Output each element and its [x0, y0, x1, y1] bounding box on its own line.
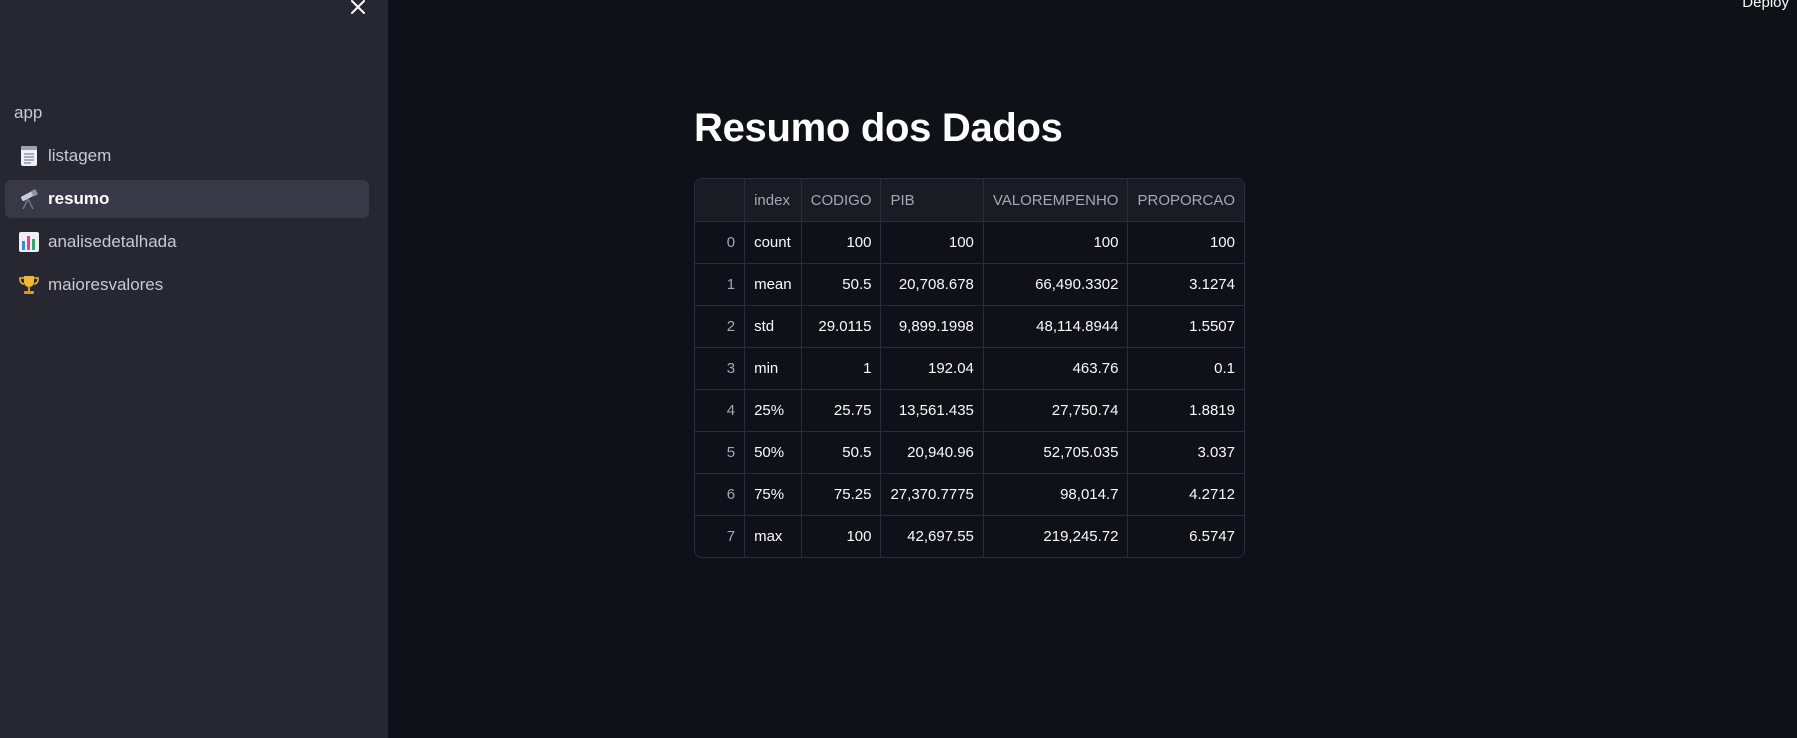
bar-chart-icon	[18, 231, 40, 253]
table-cell[interactable]: 20,708.678	[880, 263, 984, 306]
sidebar-item-label: resumo	[48, 189, 110, 208]
table-cell[interactable]: std	[744, 305, 802, 348]
table-cell[interactable]: 48,114.8944	[983, 305, 1129, 348]
row-index[interactable]: 2	[695, 305, 746, 348]
table-row: 0 count 100 100 100 100	[695, 221, 1244, 264]
table-row: 3 min 1 192.04 463.76 0.1	[695, 347, 1244, 390]
close-icon	[351, 0, 365, 14]
table-cell[interactable]: 27,750.74	[983, 389, 1129, 432]
table-cell[interactable]: 75%	[744, 473, 802, 516]
table-cell[interactable]: 13,561.435	[880, 389, 984, 432]
column-header[interactable]: VALOREMPENHO	[983, 179, 1129, 222]
sidebar: app listagem resumo analisedetalhada mai…	[0, 0, 388, 738]
app-root: app listagem resumo analisedetalhada mai…	[0, 0, 1797, 738]
table-cell[interactable]: 0.1	[1127, 347, 1244, 390]
sidebar-item-label: maioresvalores	[48, 275, 164, 294]
sidebar-item-listagem[interactable]: listagem	[5, 137, 369, 175]
row-index[interactable]: 3	[695, 347, 746, 390]
table-cell[interactable]: 1.5507	[1127, 305, 1244, 348]
page-title: Resumo dos Dados	[694, 106, 1063, 150]
row-index[interactable]: 1	[695, 263, 746, 306]
table-cell[interactable]: 29.0115	[801, 305, 882, 348]
table-row: 1 mean 50.5 20,708.678 66,490.3302 3.127…	[695, 263, 1244, 306]
table-row: 6 75% 75.25 27,370.7775 98,014.7 4.2712	[695, 473, 1244, 516]
table-cell[interactable]: 6.5747	[1128, 516, 1244, 558]
column-header[interactable]: PROPORCAO	[1127, 179, 1244, 222]
row-index[interactable]: 7	[695, 515, 746, 557]
table-cell[interactable]: mean	[744, 263, 802, 306]
column-header[interactable]	[695, 179, 746, 222]
row-index[interactable]: 4	[695, 389, 746, 432]
table-cell[interactable]: 1	[801, 347, 882, 390]
memo-icon	[18, 145, 40, 167]
sidebar-nav: listagem resumo analisedetalhada maiores…	[5, 137, 369, 309]
sidebar-item-maioresvalores[interactable]: maioresvalores	[5, 266, 369, 304]
table-cell[interactable]: 50%	[744, 431, 802, 474]
table-header-row: index CODIGO PIB VALOREMPENHO PROPORCAO	[695, 179, 1244, 222]
sidebar-item-label: listagem	[48, 146, 112, 165]
sidebar-item-label: analisedetalhada	[48, 232, 177, 251]
sidebar-item-resumo[interactable]: resumo	[5, 180, 369, 218]
sidebar-item-analisedetalhada[interactable]: analisedetalhada	[5, 223, 369, 261]
row-index[interactable]: 5	[695, 431, 746, 474]
table-cell[interactable]: 3.1274	[1127, 263, 1244, 306]
column-header[interactable]: CODIGO	[801, 179, 882, 222]
table-cell[interactable]: 50.5	[801, 263, 882, 306]
table-cell[interactable]: 100	[880, 221, 984, 264]
table-cell[interactable]: 25%	[744, 389, 802, 432]
table-cell[interactable]: 100	[801, 515, 882, 557]
table-cell[interactable]: 9,899.1998	[880, 305, 984, 348]
column-header[interactable]: PIB	[880, 179, 984, 222]
table-cell[interactable]: 66,490.3302	[983, 263, 1129, 306]
table-row: 2 std 29.0115 9,899.1998 48,114.8944 1.5…	[695, 305, 1244, 348]
sidebar-app-title: app	[14, 103, 43, 122]
table-cell[interactable]: 4.2712	[1127, 473, 1244, 516]
table-cell[interactable]: min	[744, 347, 802, 390]
row-index[interactable]: 0	[695, 221, 746, 264]
table-cell[interactable]: 192.04	[880, 347, 984, 390]
data-table[interactable]: index CODIGO PIB VALOREMPENHO PROPORCAO …	[694, 178, 1245, 558]
telescope-icon	[18, 188, 40, 210]
table-cell[interactable]: 50.5	[801, 431, 882, 474]
table-cell[interactable]: 3.037	[1127, 431, 1244, 474]
table-cell[interactable]: 20,940.96	[880, 431, 984, 474]
table-cell[interactable]: max	[744, 515, 802, 557]
table-row: 4 25% 25.75 13,561.435 27,750.74 1.8819	[695, 389, 1244, 432]
deploy-button[interactable]: Deploy	[1742, 0, 1789, 11]
table-cell[interactable]: 25.75	[801, 389, 882, 432]
column-header[interactable]: index	[744, 179, 802, 222]
table-cell[interactable]: count	[744, 221, 802, 264]
table-cell[interactable]: 52,705.035	[983, 431, 1129, 474]
table-cell[interactable]: 100	[801, 221, 882, 264]
table-cell[interactable]: 1.8819	[1127, 389, 1244, 432]
close-sidebar-button[interactable]	[345, 0, 371, 18]
table-cell[interactable]: 98,014.7	[983, 473, 1129, 516]
table-cell[interactable]: 463.76	[983, 347, 1129, 390]
table-row: 7 max 100 42,697.55 219,245.72 6.5747	[695, 515, 1244, 558]
table-cell[interactable]: 100	[1127, 221, 1244, 264]
table-cell[interactable]: 27,370.7775	[880, 473, 984, 516]
row-index[interactable]: 6	[695, 473, 746, 516]
table-cell[interactable]: 100	[983, 221, 1129, 264]
table-cell[interactable]: 75.25	[801, 473, 882, 516]
table-row: 5 50% 50.5 20,940.96 52,705.035 3.037	[695, 431, 1244, 474]
table-cell[interactable]: 42,697.55	[880, 515, 984, 557]
trophy-icon	[18, 274, 40, 296]
table-cell[interactable]: 219,245.72	[983, 515, 1129, 557]
